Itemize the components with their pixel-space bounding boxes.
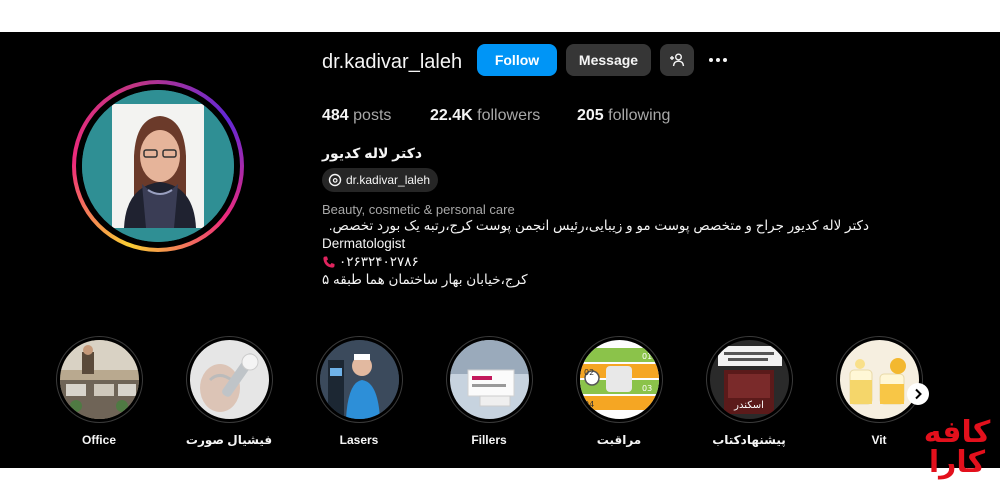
threads-badge[interactable]: dr.kadivar_laleh <box>322 168 439 192</box>
suggest-accounts-button[interactable] <box>660 44 694 76</box>
highlight-thumbnail <box>189 340 269 419</box>
following-link[interactable]: 205 following <box>577 107 670 125</box>
bio-line: دکتر لاله کدیور جراح و متخصص پوست مو و ز… <box>328 218 869 233</box>
highlight-thumbnail <box>449 340 529 419</box>
follow-button[interactable]: Follow <box>477 44 557 76</box>
bio-address: کرج،خیابان بهار ساختمان هما طبقه ۵ <box>322 272 528 287</box>
highlight-facial[interactable]: فیشیال صورت <box>184 336 274 447</box>
highlight-thumbnail <box>839 340 919 419</box>
threads-handle: dr.kadivar_laleh <box>346 173 431 187</box>
highlight-lasers[interactable]: Lasers <box>314 336 404 447</box>
profile-full-name: دکتر لاله کدیور <box>322 145 423 161</box>
highlight-thumbnail: 01 02 03 04 <box>579 340 659 419</box>
avatar-photo <box>82 90 234 242</box>
phone-icon <box>323 256 335 268</box>
svg-text:اسکندر: اسکندر <box>733 400 764 411</box>
bio-line: Dermatologist <box>322 236 406 251</box>
highlight-office[interactable]: Office <box>54 336 144 447</box>
profile-page: dr.kadivar_laleh Follow Message 484 post… <box>0 32 1000 468</box>
profile-avatar-ring[interactable] <box>72 80 244 252</box>
svg-text:03: 03 <box>642 384 652 393</box>
followers-link[interactable]: 22.4K followers <box>430 107 540 125</box>
profile-category: Beauty, cosmetic & personal care <box>322 202 515 217</box>
highlight-thumbnail: اسکندر <box>709 340 789 419</box>
highlights-next-button[interactable] <box>907 383 929 405</box>
threads-icon <box>328 173 342 187</box>
posts-count: 484 posts <box>322 107 392 124</box>
more-options-button[interactable] <box>706 48 730 72</box>
highlight-care[interactable]: 01 02 03 04 مراقبت <box>574 336 664 447</box>
highlight-fillers[interactable]: Fillers <box>444 336 534 447</box>
message-button[interactable]: Message <box>566 44 651 76</box>
profile-username: dr.kadivar_laleh <box>322 51 463 73</box>
svg-text:02: 02 <box>584 368 594 377</box>
bio-phone: ۰۲۶۳۲۴۰۲۷۸۶ <box>322 254 419 270</box>
chevron-right-icon <box>915 388 922 400</box>
svg-text:01: 01 <box>642 352 652 361</box>
add-person-icon <box>670 53 685 67</box>
avatar <box>82 90 234 242</box>
highlight-thumbnail <box>59 340 139 419</box>
svg-text:04: 04 <box>584 400 594 409</box>
more-icon <box>709 58 727 62</box>
highlight-book-suggestions[interactable]: اسکندر پیشنهادکتاب <box>704 336 794 447</box>
highlight-thumbnail <box>319 340 399 419</box>
watermark-logo: کافه کارا <box>923 416 991 479</box>
